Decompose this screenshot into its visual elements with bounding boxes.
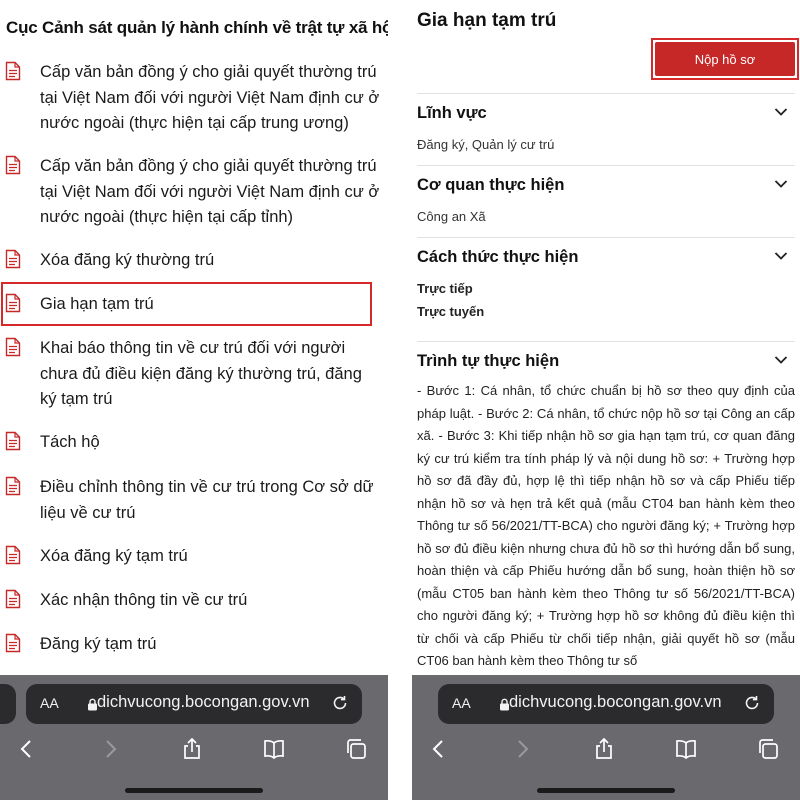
- procedure-label: Khai báo thông tin về cư trú đối với ngư…: [40, 339, 362, 408]
- section-value: Trực tuyến: [417, 304, 485, 319]
- left-screenshot: Cục Cảnh sát quản lý hành chính về trật …: [0, 0, 388, 800]
- right-screenshot: Gia hạn tạm trú Nộp hồ sơ Lĩnh vực Đăng …: [412, 0, 800, 800]
- address-bar[interactable]: AA dichvucong.bocongan.gov.vn: [26, 684, 362, 724]
- chevron-down-icon[interactable]: [774, 251, 788, 261]
- document-icon: [5, 61, 21, 81]
- divider: [417, 237, 795, 238]
- bookmarks-icon[interactable]: [262, 737, 286, 761]
- back-icon[interactable]: [15, 737, 39, 761]
- section-heading-trinh-tu[interactable]: Trình tự thực hiện: [417, 352, 559, 371]
- forward-icon[interactable]: [98, 737, 122, 761]
- procedure-label: Đăng ký tạm trú: [40, 635, 157, 653]
- reload-icon[interactable]: [743, 694, 761, 712]
- url-text: dichvucong.bocongan.gov.vn: [97, 693, 310, 711]
- document-icon: [5, 337, 21, 357]
- procedure-label: Xóa đăng ký thường trú: [40, 251, 215, 269]
- share-icon[interactable]: [180, 737, 204, 761]
- highlight-box: [1, 282, 372, 326]
- share-icon[interactable]: [592, 737, 616, 761]
- submit-highlight-box: Nộp hồ sơ: [651, 38, 799, 80]
- back-icon[interactable]: [427, 737, 451, 761]
- url-text: dichvucong.bocongan.gov.vn: [509, 693, 722, 711]
- text-size-button[interactable]: AA: [452, 695, 471, 711]
- home-indicator: [537, 788, 675, 793]
- page-title: Gia hạn tạm trú: [417, 10, 557, 31]
- panel-gap: [388, 0, 412, 800]
- browser-toolbar: AA dichvucong.bocongan.gov.vn: [0, 675, 388, 800]
- document-icon: [5, 476, 21, 496]
- agency-title: Cục Cảnh sát quản lý hành chính về trật …: [6, 18, 388, 37]
- divider: [417, 341, 795, 342]
- document-icon: [5, 633, 21, 653]
- section-value: Đăng ký, Quản lý cư trú: [417, 137, 555, 152]
- tabs-icon[interactable]: [756, 737, 780, 761]
- reload-icon[interactable]: [331, 694, 349, 712]
- chevron-down-icon[interactable]: [774, 179, 788, 189]
- procedure-label: Tách hộ: [40, 433, 100, 451]
- procedure-label: Điều chỉnh thông tin về cư trú trong Cơ …: [40, 478, 374, 522]
- document-icon: [5, 431, 21, 451]
- procedure-label: Xác nhận thông tin về cư trú: [40, 591, 248, 609]
- browser-toolbar: AA dichvucong.bocongan.gov.vn: [412, 675, 800, 800]
- document-icon: [5, 155, 21, 175]
- home-indicator: [125, 788, 263, 793]
- chevron-down-icon[interactable]: [774, 107, 788, 117]
- divider: [417, 93, 795, 94]
- procedure-label: Cấp văn bản đồng ý cho giải quyết thường…: [40, 157, 380, 226]
- section-heading-cach-thuc[interactable]: Cách thức thực hiện: [417, 248, 578, 267]
- document-icon: [5, 545, 21, 565]
- procedure-label: Cấp văn bản đồng ý cho giải quyết thường…: [40, 63, 380, 132]
- procedure-steps-text: - Bước 1: Cá nhân, tổ chức chuẩn bị hồ s…: [417, 383, 795, 668]
- document-icon: [5, 249, 21, 269]
- forward-icon[interactable]: [510, 737, 534, 761]
- bookmarks-icon[interactable]: [674, 737, 698, 761]
- tabs-icon[interactable]: [344, 737, 368, 761]
- section-heading-linh-vuc[interactable]: Lĩnh vực: [417, 104, 487, 123]
- section-value: Trực tiếp: [417, 281, 473, 296]
- document-icon: [5, 589, 21, 609]
- chevron-down-icon[interactable]: [774, 355, 788, 365]
- address-bar[interactable]: AA dichvucong.bocongan.gov.vn: [438, 684, 774, 724]
- submit-application-button[interactable]: Nộp hồ sơ: [655, 42, 795, 76]
- divider: [417, 165, 795, 166]
- previous-tab-edge[interactable]: [0, 684, 16, 724]
- text-size-button[interactable]: AA: [40, 695, 59, 711]
- section-value: Công an Xã: [417, 209, 486, 224]
- section-heading-co-quan[interactable]: Cơ quan thực hiện: [417, 176, 564, 195]
- procedure-label: Xóa đăng ký tạm trú: [40, 547, 188, 565]
